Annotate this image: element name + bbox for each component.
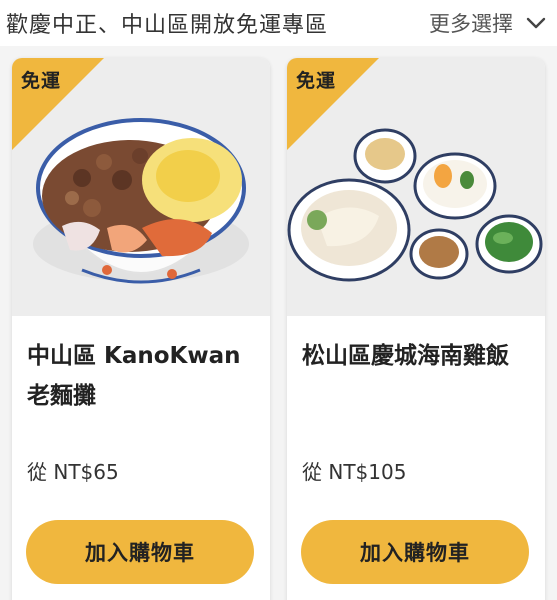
add-to-cart-button[interactable]: 加入購物車 [301,520,529,584]
product-card[interactable]: 免運 中山區 KanoKwan 老麵攤 從 NT$65 加入購物車 [12,58,270,600]
section-title: 歡慶中正、中山區開放免運專區 [6,13,329,38]
free-delivery-badge: 免運 [296,70,337,92]
product-card[interactable]: 免運 松山區慶城海南雞飯 從 NT$105 加入購物車 [287,58,545,600]
top-bar: 歡慶中正、中山區開放免運專區 更多選擇 [0,0,557,46]
product-name[interactable]: 松山區慶城海南雞飯 [302,336,537,376]
product-price: 從 NT$65 [27,460,119,484]
more-options-label: 更多選擇 [429,12,513,36]
chevron-down-icon [526,17,546,29]
add-to-cart-button[interactable]: 加入購物車 [26,520,254,584]
product-price: 從 NT$105 [302,460,407,484]
free-delivery-badge: 免運 [21,70,62,92]
product-image[interactable]: 免運 [12,58,270,316]
product-image[interactable]: 免運 [287,58,545,316]
product-name[interactable]: 中山區 KanoKwan 老麵攤 [27,336,262,416]
more-options-button[interactable]: 更多選擇 [429,8,547,38]
